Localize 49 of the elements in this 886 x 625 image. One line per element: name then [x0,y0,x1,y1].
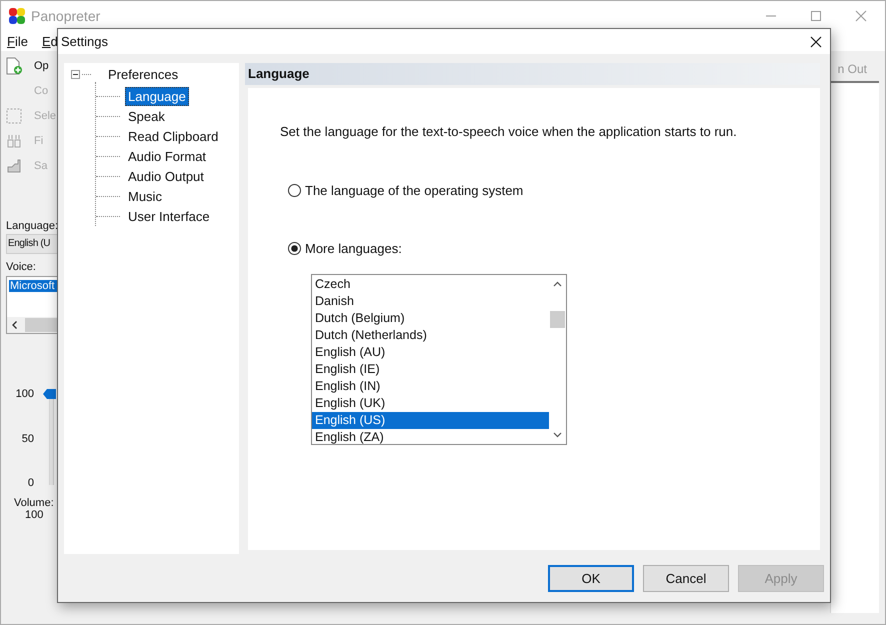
tree-item[interactable]: Audio Output [125,166,207,186]
tree-item[interactable]: User Interface [125,206,213,226]
dialog-button[interactable]: Cancel [643,565,729,592]
tick-label: 50 [22,432,34,444]
app-logo-icon [9,8,25,24]
slider-thumb[interactable] [43,389,56,399]
list-item[interactable]: English (US) [312,412,549,429]
tick-label: 0 [28,477,34,489]
radio-icon[interactable] [288,184,301,197]
language-list[interactable]: Czech Danish Dutch (Belgium) Dutch (Netherlands) English (AU) English (IE) English (IN) English (UK) English (US) English (ZA) [311,274,567,445]
tick-label: 100 [16,388,34,400]
window-title: Panopreter [31,8,100,24]
dialog-button[interactable]: OK [548,565,634,592]
list-item[interactable]: Czech [312,276,549,293]
tree-item[interactable]: Music [125,186,165,206]
list-item[interactable]: English (IN) [312,378,549,395]
radio-icon[interactable] [288,242,301,255]
list-item[interactable]: Dutch (Belgium) [312,310,549,327]
list-item[interactable]: English (IE) [312,361,549,378]
menu-item[interactable]: File [7,34,28,48]
voice-label: Voice: [6,261,37,273]
tree-item[interactable]: Speak [125,106,168,126]
scroll-down-icon[interactable] [553,432,562,438]
list-item[interactable]: Danish [312,293,549,310]
scrollbar-thumb[interactable] [550,311,565,328]
tree-item[interactable]: Read Clipboard [125,126,222,146]
new-document-icon[interactable] [6,57,22,75]
collapse-icon[interactable] [71,70,80,78]
description-text: Set the language for the text-to-speech voice when the application starts to run. [280,124,738,139]
section-header: Language [245,63,820,85]
list-item[interactable]: English (AU) [312,344,549,361]
list-item[interactable]: Dutch (Netherlands) [312,327,549,344]
tree-item[interactable]: Language [125,86,189,106]
menu-item[interactable]: Ed [42,34,58,48]
toolbar-label[interactable]: Op [34,60,49,72]
close-icon[interactable] [810,36,822,48]
list-item[interactable]: English (UK) [312,395,549,412]
tree-item[interactable]: Audio Format [125,146,210,166]
scroll-up-icon[interactable] [553,281,562,287]
list-item[interactable]: English (ZA) [312,429,549,446]
radio-option[interactable]: More languages: [288,241,820,256]
dialog-title: Settings [61,34,108,49]
tree-item[interactable]: Preferences [108,66,178,82]
volume-value: 100 [25,509,44,521]
maximize-icon[interactable] [810,10,822,22]
language-label: Language: [6,220,59,232]
voice-item[interactable]: Microsoft [9,280,60,292]
volume-label: Volume: [14,497,55,509]
radio-option[interactable]: The language of the operating system [288,183,820,198]
